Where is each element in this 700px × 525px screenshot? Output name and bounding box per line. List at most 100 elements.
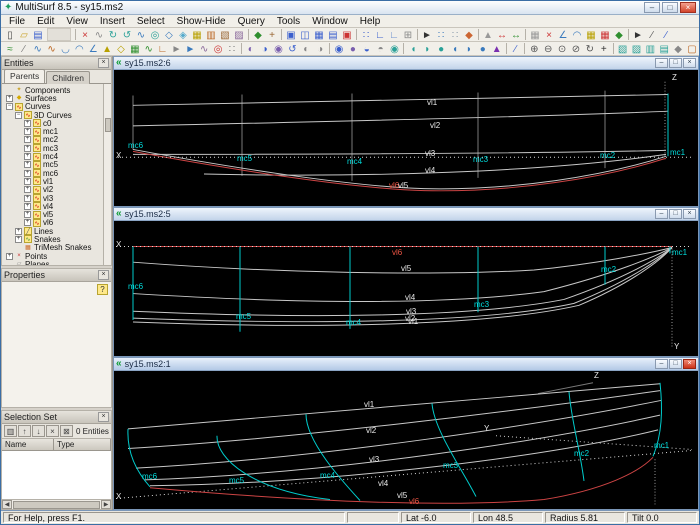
table-icon[interactable]: ∷: [359, 28, 373, 41]
copy-surface-icon[interactable]: ▧: [616, 42, 630, 55]
expand-icon[interactable]: +: [6, 94, 13, 102]
net-surface-icon[interactable]: ▦: [128, 42, 142, 55]
patch-tool-icon[interactable]: ◈: [176, 28, 190, 41]
close-button[interactable]: ×: [683, 358, 696, 369]
menu-window[interactable]: Window: [306, 15, 354, 28]
mesh-yellow-icon[interactable]: ▦: [584, 28, 598, 41]
tree-item-trimesh-snakes[interactable]: ▦ TriMesh Snakes: [4, 243, 103, 252]
show-icon[interactable]: ◐: [244, 42, 258, 55]
show-child-icon[interactable]: ◒: [360, 42, 374, 55]
close-icon[interactable]: ×: [98, 412, 109, 422]
fit-view-icon[interactable]: ≈: [3, 42, 17, 55]
expand-icon[interactable]: +: [24, 128, 31, 136]
shell-surface-icon[interactable]: ▥: [643, 42, 657, 55]
mirror-surface-icon[interactable]: ▨: [630, 42, 644, 55]
minimize-button[interactable]: –: [644, 2, 660, 13]
ring-icon[interactable]: ◎: [211, 42, 225, 55]
expand-icon[interactable]: +: [24, 219, 31, 227]
menu-select[interactable]: Select: [131, 15, 171, 28]
open-file-icon[interactable]: ▱: [17, 28, 31, 41]
stretch-y-icon[interactable]: ↔: [509, 28, 523, 41]
grid-select-icon[interactable]: ⊞: [401, 28, 415, 41]
menu-insert[interactable]: Insert: [94, 15, 131, 28]
menu-help[interactable]: Help: [354, 15, 387, 28]
expand-icon[interactable]: +: [15, 227, 22, 235]
close-icon[interactable]: ×: [98, 270, 109, 280]
clear-set-icon[interactable]: ⊠: [60, 425, 73, 437]
ellipse-b-icon[interactable]: ◗: [420, 42, 434, 55]
tab-parents[interactable]: Parents: [4, 69, 46, 83]
menu-edit[interactable]: Edit: [31, 15, 60, 28]
zoom-window-icon[interactable]: ⊙: [555, 42, 569, 55]
mass-icon[interactable]: ◆: [671, 42, 685, 55]
tree-item-vl4[interactable]: + ∿ vl4: [4, 202, 103, 211]
menu-view[interactable]: View: [60, 15, 94, 28]
hydro-tool-icon[interactable]: ▨: [232, 28, 246, 41]
expand-icon[interactable]: +: [24, 194, 31, 202]
ellipse-a-icon[interactable]: ◖: [406, 42, 420, 55]
rotate-view2-icon[interactable]: ↻: [583, 42, 597, 55]
ellipse-f-icon[interactable]: ●: [476, 42, 490, 55]
window-split-icon[interactable]: ◫: [298, 28, 312, 41]
pick-icon[interactable]: ►: [631, 28, 645, 41]
tree-item-planes[interactable]: ▱ Planes: [4, 260, 103, 265]
expand-icon[interactable]: +: [24, 169, 31, 177]
flag-icon[interactable]: ▢: [685, 42, 699, 55]
expand-icon[interactable]: +: [24, 177, 31, 185]
menu-query[interactable]: Query: [232, 15, 271, 28]
restore-button[interactable]: □: [669, 58, 682, 68]
point-entity-icon[interactable]: ∕: [17, 42, 31, 55]
window-single-icon[interactable]: ▣: [284, 28, 298, 41]
save-file-icon[interactable]: ▤: [31, 28, 45, 41]
mesh-red-icon[interactable]: ▦: [598, 28, 612, 41]
remove-item-icon[interactable]: ×: [46, 425, 59, 437]
magnet-icon[interactable]: ∿: [197, 42, 211, 55]
collapse-icon[interactable]: −: [6, 103, 13, 111]
selection-set-hscrollbar[interactable]: ◀ ▶: [2, 499, 111, 509]
cone-icon[interactable]: ▲: [490, 42, 504, 55]
minimize-button[interactable]: –: [655, 209, 668, 220]
menu-file[interactable]: File: [3, 15, 31, 28]
expand-icon[interactable]: +: [6, 252, 13, 260]
diamond-tool-icon[interactable]: ◆: [251, 28, 265, 41]
show-all-icon[interactable]: ◉: [272, 42, 286, 55]
viewport-titlebar[interactable]: « sy15.ms2:1 – □ ×: [114, 357, 698, 371]
invert-show-icon[interactable]: ↺: [285, 42, 299, 55]
surface-tool-icon[interactable]: ◇: [162, 28, 176, 41]
expand-icon[interactable]: +: [24, 161, 31, 169]
expand-icon[interactable]: +: [24, 153, 31, 161]
close-button[interactable]: ×: [683, 209, 696, 220]
viewport-canvas[interactable]: vl1 vl2 vl3 vl4 vl5 vl6 mc6 mc5 mc4 mc3 mc2 mc1 Y Z X: [114, 370, 698, 509]
close-button[interactable]: ×: [680, 2, 696, 13]
pan-icon[interactable]: +: [597, 42, 611, 55]
abs-point-icon[interactable]: ►: [183, 42, 197, 55]
tab-children[interactable]: Children: [46, 71, 90, 84]
tree-item-vl1[interactable]: + ∿ vl1: [4, 177, 103, 186]
move-down-icon[interactable]: ↓: [32, 425, 45, 437]
line-entity-icon[interactable]: ∠: [86, 42, 100, 55]
split-icon[interactable]: ∕: [659, 28, 673, 41]
bcurve-icon[interactable]: ∿: [31, 42, 45, 55]
scroll-right-icon[interactable]: ▶: [101, 500, 111, 509]
ellipse-e-icon[interactable]: ◗: [462, 42, 476, 55]
knot-icon[interactable]: ∷: [225, 42, 239, 55]
select-points-icon[interactable]: ∷: [434, 28, 448, 41]
column-type[interactable]: Type: [54, 439, 111, 450]
restore-button[interactable]: □: [669, 209, 682, 220]
refresh-show-icon[interactable]: ◉: [388, 42, 402, 55]
selection-set-list[interactable]: [2, 451, 111, 499]
show-parents-icon[interactable]: ◐: [299, 42, 313, 55]
solid-tool-icon[interactable]: ▧: [218, 28, 232, 41]
expand-icon[interactable]: +: [24, 144, 31, 152]
expand-icon[interactable]: +: [24, 211, 31, 219]
app-titlebar[interactable]: ✦ MultiSurf 8.5 - sy15.ms2 – □ ×: [1, 1, 699, 15]
expand-icon[interactable]: +: [24, 136, 31, 144]
tri-surface-icon[interactable]: ▲: [100, 42, 114, 55]
close-button[interactable]: ×: [683, 58, 696, 68]
window-close-icon[interactable]: ▣: [340, 28, 354, 41]
tree-item-surfaces[interactable]: + ◆ Surfaces: [4, 94, 103, 103]
ellipse-d-icon[interactable]: ◖: [448, 42, 462, 55]
new-file-icon[interactable]: ▯: [3, 28, 17, 41]
minimize-button[interactable]: –: [655, 358, 668, 369]
frame-entity-icon[interactable]: ∟: [156, 42, 170, 55]
